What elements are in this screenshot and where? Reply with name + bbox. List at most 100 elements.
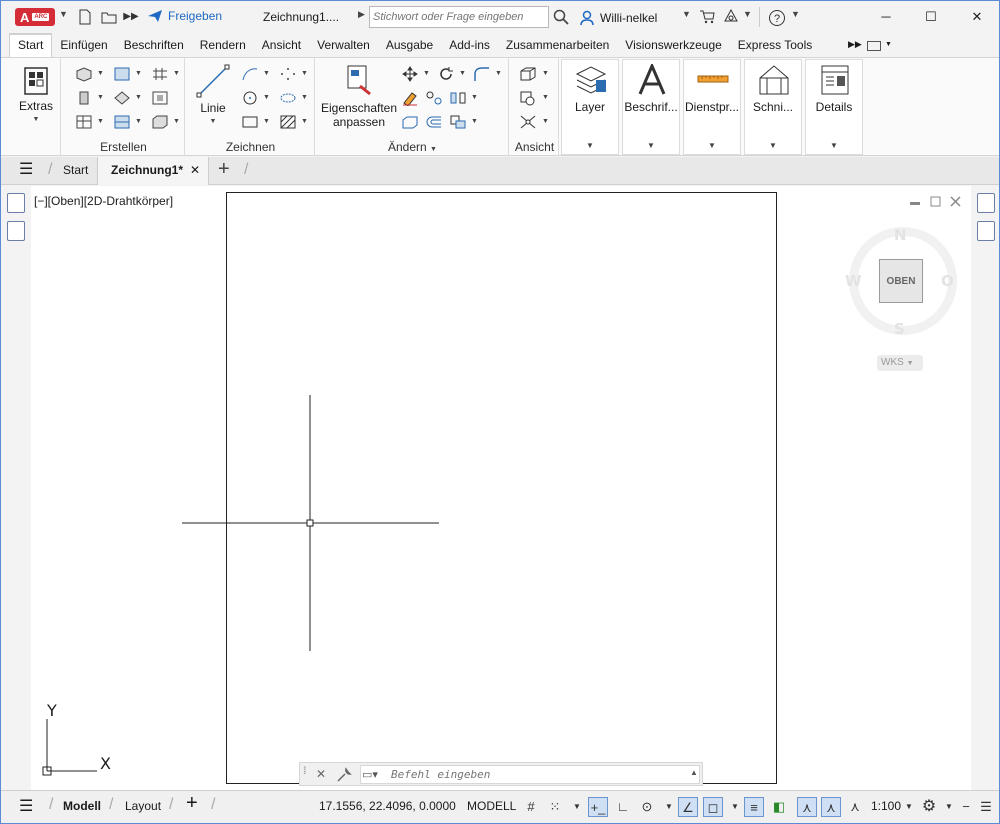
cart-icon[interactable] — [699, 9, 715, 25]
connect-icon[interactable] — [723, 8, 739, 25]
panel-erstellen-label[interactable]: Erstellen — [63, 140, 184, 154]
new-file-icon[interactable] — [77, 9, 93, 25]
annotation-button[interactable]: Beschrif... ▼ — [622, 59, 680, 155]
annotation-visibility-icon[interactable]: ⋏ — [797, 797, 817, 817]
grid-chevron-icon[interactable]: ▼ — [173, 70, 180, 77]
polyline-chevron-icon[interactable]: ▼ — [263, 70, 270, 77]
help-icon[interactable]: ? — [768, 9, 785, 26]
hatch-icon[interactable] — [279, 114, 297, 130]
scale-icon[interactable] — [449, 114, 467, 130]
scale-chevron-icon[interactable]: ▼ — [899, 797, 919, 817]
visual-style-icon[interactable] — [519, 90, 537, 106]
section-button[interactable]: Schni... ▼ — [744, 59, 802, 155]
connect-chevron-icon[interactable]: ▼ — [743, 9, 752, 19]
visual-style-chevron-icon[interactable]: ▼ — [542, 94, 549, 101]
extras-button[interactable]: Extras ▼ — [15, 66, 57, 127]
tab-zusammenarbeiten[interactable]: Zusammenarbeiten — [498, 33, 617, 57]
door-chevron-icon[interactable]: ▼ — [97, 94, 104, 101]
coordinates-readout[interactable]: 17.1556, 22.4096, 0.0000 — [319, 799, 456, 813]
polar-tracking-icon[interactable]: ⊙ — [637, 797, 657, 817]
erase-icon[interactable] — [401, 90, 419, 106]
ucs-menu[interactable]: WKS ▼ — [877, 355, 923, 371]
utilities-button[interactable]: Dienstpr... ▼ — [683, 59, 741, 155]
ellipse-chevron-icon[interactable]: ▼ — [301, 94, 308, 101]
command-input[interactable] — [360, 765, 700, 784]
view-cube-icon[interactable] — [519, 66, 537, 82]
region-icon[interactable] — [151, 90, 169, 106]
new-tab-icon[interactable]: + — [218, 158, 230, 181]
tab-layout[interactable]: Layout — [125, 799, 161, 813]
tab-ausgabe[interactable]: Ausgabe — [378, 33, 441, 57]
application-menu-button[interactable]: A ARC — [15, 8, 55, 26]
command-prompt-icon[interactable]: ▭▾ — [362, 768, 378, 781]
copy-icon[interactable] — [425, 90, 443, 106]
rectangle-icon[interactable] — [241, 114, 259, 130]
snap-toggle-icon[interactable]: ⁙ — [545, 797, 565, 817]
open-folder-icon[interactable] — [101, 9, 117, 25]
extrude-icon[interactable] — [113, 66, 131, 82]
move-icon[interactable] — [401, 66, 419, 82]
table-grid-icon[interactable] — [75, 114, 93, 130]
search-input[interactable] — [369, 6, 549, 28]
mesh-chevron-icon[interactable]: ▼ — [135, 118, 142, 125]
command-close-icon[interactable]: ✕ — [316, 767, 326, 781]
line-button[interactable]: Linie ▼ — [195, 64, 231, 129]
lineweight-icon[interactable]: ≡ — [744, 797, 764, 817]
model-space-toggle[interactable]: MODELL — [467, 799, 516, 813]
annotation-scale-value[interactable]: 1:100 — [871, 799, 901, 813]
revolve-chevron-icon[interactable]: ▼ — [135, 94, 142, 101]
mesh-icon[interactable] — [113, 114, 131, 130]
rotate-icon[interactable] — [437, 66, 455, 82]
tab-start[interactable]: Start — [63, 163, 88, 177]
stretch-icon[interactable] — [401, 114, 419, 130]
layer-palette-icon[interactable] — [977, 221, 995, 241]
tab-verwalten[interactable]: Verwalten — [309, 33, 378, 57]
compass-east[interactable]: O — [941, 272, 954, 290]
circle-icon[interactable] — [241, 90, 259, 106]
object-snap-chevron-icon[interactable]: ▼ — [725, 797, 745, 817]
fillet-icon[interactable] — [473, 66, 491, 82]
circle-chevron-icon[interactable]: ▼ — [263, 94, 270, 101]
viewcube-face-top[interactable]: OBEN — [879, 259, 923, 303]
points-chevron-icon[interactable]: ▼ — [301, 70, 308, 77]
isodraft-icon[interactable]: ∠ — [678, 797, 698, 817]
ellipse-icon[interactable] — [279, 90, 297, 106]
command-history-icon[interactable]: ▲ — [690, 768, 698, 777]
match-properties-button[interactable]: Eigenschaften anpassen — [319, 64, 399, 129]
share-button[interactable]: Freigeben — [147, 9, 222, 23]
tab-rendern[interactable]: Rendern — [192, 33, 254, 57]
annotation-scale-icon[interactable]: ⋏ — [845, 797, 865, 817]
grid-toggle-icon[interactable]: # — [521, 797, 541, 817]
tab-model[interactable]: Modell — [63, 799, 101, 813]
polyline-icon[interactable] — [241, 66, 259, 82]
scale-chevron-icon[interactable]: ▼ — [471, 118, 478, 125]
points-icon[interactable] — [279, 66, 297, 82]
view-cube-chevron-icon[interactable]: ▼ — [542, 70, 549, 77]
tool-palette-icon[interactable] — [7, 221, 25, 241]
compass-south[interactable]: S — [894, 320, 905, 338]
ortho-toggle-icon[interactable]: ∟ — [613, 797, 633, 817]
fillet-chevron-icon[interactable]: ▼ — [495, 70, 502, 77]
tab-ansicht[interactable]: Ansicht — [254, 33, 309, 57]
dynamic-input-icon[interactable]: +_ — [588, 797, 608, 817]
tab-einfügen[interactable]: Einfügen — [52, 33, 115, 57]
ribbon-minimize-chevron-icon[interactable]: ▼ — [885, 41, 892, 48]
viewport-controls-label[interactable]: [−][Oben][2D-Drahtkörper] — [34, 194, 173, 208]
more-tabs-icon[interactable]: ▶▶ — [848, 39, 862, 50]
tab-beschriften[interactable]: Beschriften — [116, 33, 192, 57]
sheet-set-icon[interactable] — [977, 193, 995, 213]
tab-drawing[interactable]: Zeichnung1* ✕ — [97, 157, 209, 185]
close-tab-icon[interactable]: ✕ — [190, 163, 200, 177]
user-account-button[interactable]: Willi-nelkel — [579, 10, 657, 26]
auto-scale-icon[interactable]: ⋏ — [821, 797, 841, 817]
panel-ansicht-label[interactable]: Ansicht — [511, 140, 558, 154]
mirror-icon[interactable] — [449, 90, 467, 106]
zoom-out-icon[interactable]: − — [956, 797, 976, 817]
hamburger-menu-icon[interactable]: ☰ — [19, 162, 33, 178]
navigate-chevron-icon[interactable]: ▼ — [542, 118, 549, 125]
revolve-icon[interactable] — [113, 90, 131, 106]
solid-chevron-icon[interactable]: ▼ — [173, 118, 180, 125]
help-chevron-icon[interactable]: ▼ — [791, 9, 800, 19]
properties-palette-icon[interactable] — [7, 193, 25, 213]
user-chevron-icon[interactable]: ▼ — [682, 9, 691, 19]
